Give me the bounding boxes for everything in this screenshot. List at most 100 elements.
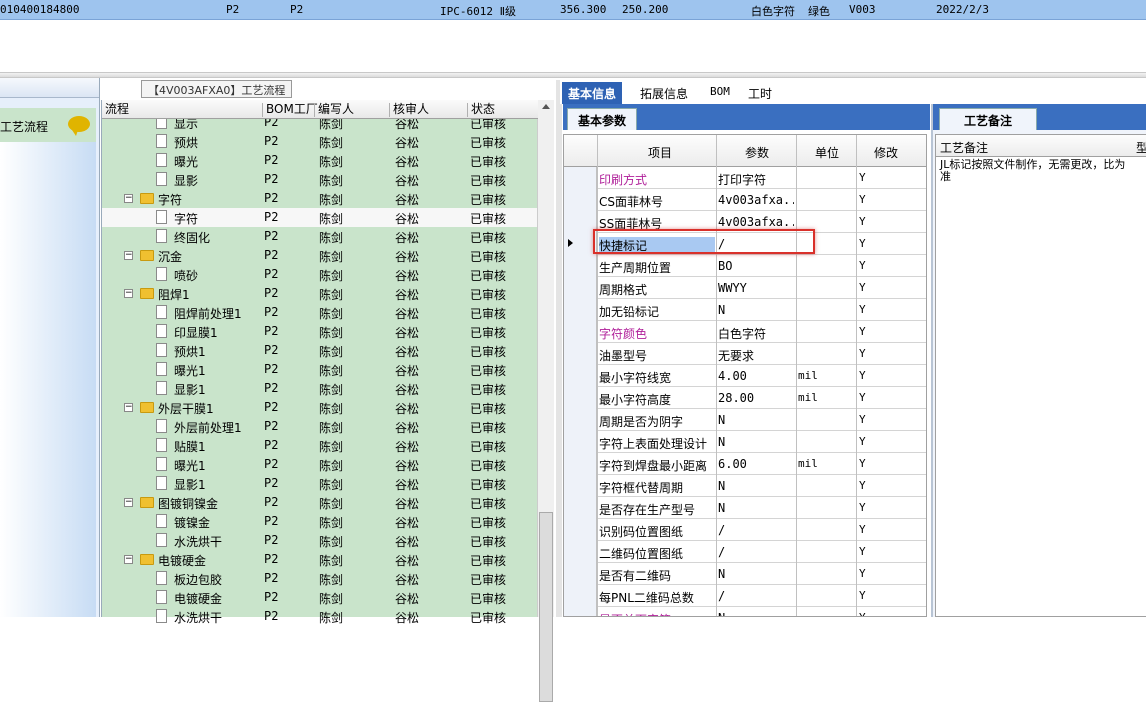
param-row[interactable]: 字符框代替周期 N Y	[564, 475, 926, 497]
tree-row[interactable]: 镀镍金 P2 陈剑 谷松 已审核	[102, 512, 538, 531]
tree-row[interactable]: 预烘1 P2 陈剑 谷松 已审核	[102, 341, 538, 360]
param-row[interactable]: 最小字符线宽 4.00 mil Y	[564, 365, 926, 387]
tree-row[interactable]: − 电镀硬金 P2 陈剑 谷松 已审核	[102, 550, 538, 569]
param-modify[interactable]: Y	[859, 545, 866, 558]
param-modify[interactable]: Y	[859, 281, 866, 294]
param-modify[interactable]: Y	[859, 523, 866, 536]
tree-row[interactable]: 阻焊前处理1 P2 陈剑 谷松 已审核	[102, 303, 538, 322]
row-indicator[interactable]	[564, 497, 597, 519]
row-indicator[interactable]	[564, 321, 597, 343]
tree-row[interactable]: 电镀硬金 P2 陈剑 谷松 已审核	[102, 588, 538, 607]
row-indicator[interactable]	[564, 431, 597, 453]
collapse-icon[interactable]: −	[124, 289, 133, 298]
param-modify[interactable]: Y	[859, 325, 866, 338]
tree-row[interactable]: − 沉金 P2 陈剑 谷松 已审核	[102, 246, 538, 265]
param-value[interactable]: N	[718, 435, 794, 449]
param-modify[interactable]: Y	[859, 303, 866, 316]
top-data-row[interactable]: 010400184800 P2 P2 IPC-6012 Ⅱ级 356.300 2…	[0, 0, 1146, 20]
row-indicator[interactable]	[564, 167, 597, 189]
row-indicator[interactable]	[564, 607, 597, 616]
param-row[interactable]: CS面菲林号 4v003afxa... Y	[564, 189, 926, 211]
grid-col-unit[interactable]: 单位	[815, 144, 839, 161]
tree-col-writer[interactable]: 编写人	[314, 103, 354, 117]
param-modify[interactable]: Y	[859, 457, 866, 470]
tab-process-notes[interactable]: 工艺备注	[939, 108, 1038, 130]
param-row[interactable]: 周期是否为阴字 N Y	[564, 409, 926, 431]
tree-row[interactable]: − 字符 P2 陈剑 谷松 已审核	[102, 189, 538, 208]
row-indicator[interactable]	[564, 277, 597, 299]
param-modify[interactable]: Y	[859, 215, 866, 228]
notes-col-type[interactable]: 型	[1136, 139, 1146, 156]
row-indicator[interactable]	[564, 541, 597, 563]
tree-row[interactable]: 水洗烘干 P2 陈剑 谷松 已审核	[102, 531, 538, 550]
param-row[interactable]: 最小字符高度 28.00 mil Y	[564, 387, 926, 409]
param-value[interactable]: BO	[718, 259, 794, 273]
param-row[interactable]: 油墨型号 无要求 Y	[564, 343, 926, 365]
row-indicator[interactable]	[564, 585, 597, 607]
row-indicator[interactable]	[564, 563, 597, 585]
tree-col-status[interactable]: 状态	[467, 103, 495, 117]
row-indicator[interactable]	[564, 453, 597, 475]
tree-row[interactable]: 预烘 P2 陈剑 谷松 已审核	[102, 132, 538, 151]
param-value[interactable]: 28.00	[718, 391, 794, 405]
param-modify[interactable]: Y	[859, 413, 866, 426]
tree-row[interactable]: 曝光 P2 陈剑 谷松 已审核	[102, 151, 538, 170]
row-indicator[interactable]	[564, 299, 597, 321]
scroll-up-icon[interactable]	[542, 104, 550, 109]
process-title-tab[interactable]: 【4V003AFXA0】工艺流程	[141, 80, 293, 98]
param-value[interactable]: 4.00	[718, 369, 794, 383]
param-modify[interactable]: Y	[859, 193, 866, 206]
tree-row[interactable]: − 阻焊1 P2 陈剑 谷松 已审核	[102, 284, 538, 303]
tree-row[interactable]: 印显膜1 P2 陈剑 谷松 已审核	[102, 322, 538, 341]
collapse-icon[interactable]: −	[124, 555, 133, 564]
tree-row[interactable]: 字符 P2 陈剑 谷松 已审核	[102, 208, 538, 227]
param-modify[interactable]: Y	[859, 589, 866, 602]
param-value[interactable]: 无要求	[718, 347, 794, 364]
tree-row[interactable]: 显影1 P2 陈剑 谷松 已审核	[102, 474, 538, 493]
param-modify[interactable]: Y	[859, 171, 866, 184]
param-value[interactable]: N	[718, 501, 794, 515]
param-modify[interactable]: Y	[859, 237, 866, 250]
row-indicator[interactable]	[564, 475, 597, 497]
tree-row[interactable]: − 外层干膜1 P2 陈剑 谷松 已审核	[102, 398, 538, 417]
scroll-thumb[interactable]	[539, 512, 553, 702]
tree-row[interactable]: 显影1 P2 陈剑 谷松 已审核	[102, 379, 538, 398]
collapse-icon[interactable]: −	[124, 498, 133, 507]
param-row[interactable]: 字符颜色 白色字符 Y	[564, 321, 926, 343]
param-value[interactable]: 6.00	[718, 457, 794, 471]
param-modify[interactable]: Y	[859, 259, 866, 272]
param-modify[interactable]: Y	[859, 611, 866, 616]
param-modify[interactable]: Y	[859, 501, 866, 514]
tree-row[interactable]: 终固化 P2 陈剑 谷松 已审核	[102, 227, 538, 246]
param-row[interactable]: 周期格式 WWYY Y	[564, 277, 926, 299]
collapse-icon[interactable]: −	[124, 403, 133, 412]
param-value[interactable]: 4v003afxa...	[718, 215, 794, 229]
tab-labor-hours[interactable]: 工时	[742, 82, 778, 104]
tab-basic-info[interactable]: 基本信息	[562, 82, 623, 104]
tree-row[interactable]: 贴膜1 P2 陈剑 谷松 已审核	[102, 436, 538, 455]
param-value[interactable]: /	[718, 589, 794, 603]
param-value[interactable]: N	[718, 413, 794, 427]
row-indicator[interactable]	[564, 365, 597, 387]
param-row[interactable]: 是否单面字符N Y	[564, 607, 926, 616]
param-row[interactable]: 印刷方式 打印字符 Y	[564, 167, 926, 189]
tree-col-reviewer[interactable]: 核审人	[389, 103, 429, 117]
tree-row[interactable]: 板边包胶 P2 陈剑 谷松 已审核	[102, 569, 538, 588]
row-indicator[interactable]	[564, 255, 597, 277]
notes-col-notes[interactable]: 工艺备注	[940, 139, 988, 156]
param-row[interactable]: 二维码位置图纸 / Y	[564, 541, 926, 563]
param-value[interactable]: WWYY	[718, 281, 794, 295]
tree-scrollbar[interactable]	[537, 100, 554, 702]
param-modify[interactable]: Y	[859, 435, 866, 448]
param-modify[interactable]: Y	[859, 369, 866, 382]
tab-extended-info[interactable]: 拓展信息	[634, 82, 694, 104]
param-row[interactable]: 生产周期位置 BO Y	[564, 255, 926, 277]
row-indicator[interactable]	[564, 519, 597, 541]
param-row[interactable]: 字符上表面处理设计 N Y	[564, 431, 926, 453]
row-indicator[interactable]	[564, 387, 597, 409]
param-row[interactable]: 每PNL二维码总数 / Y	[564, 585, 926, 607]
tree-row[interactable]: 喷砂 P2 陈剑 谷松 已审核	[102, 265, 538, 284]
tab-basic-params[interactable]: 基本参数	[567, 108, 638, 130]
param-value[interactable]: /	[718, 523, 794, 537]
param-value[interactable]: /	[718, 545, 794, 559]
